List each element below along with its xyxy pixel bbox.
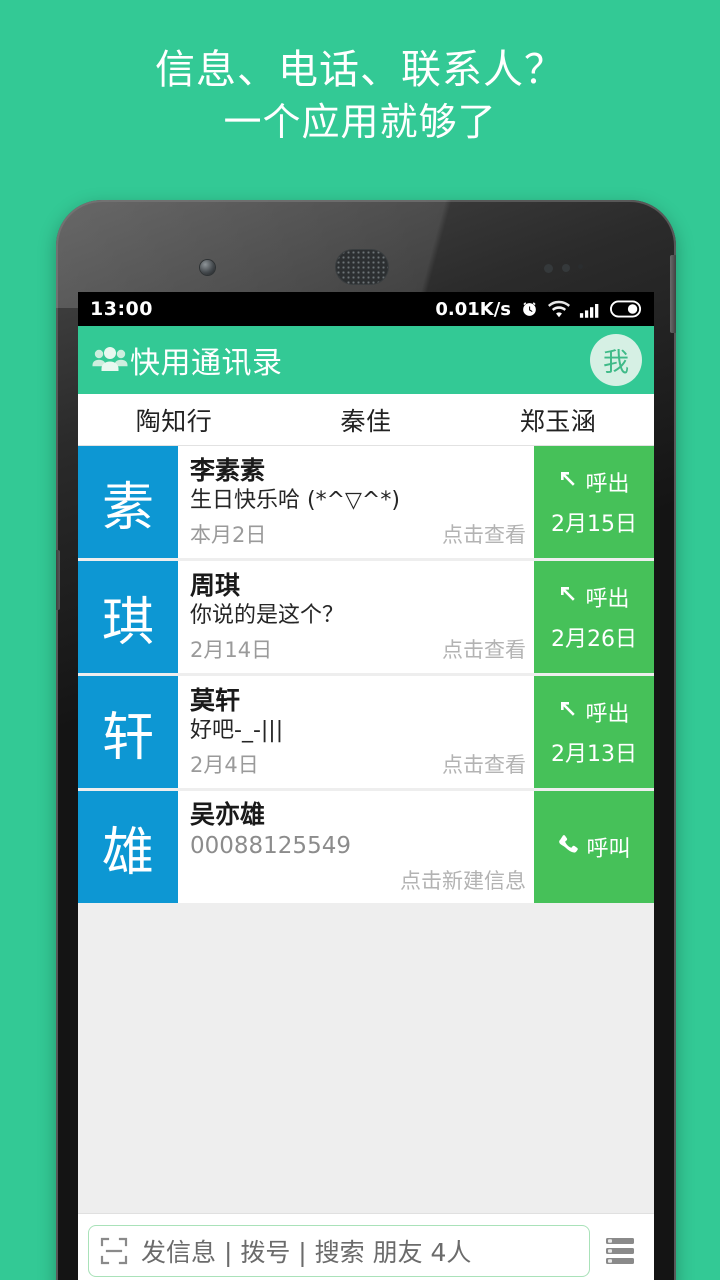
battery-icon (610, 300, 642, 318)
call-action-label: 呼叫 (586, 837, 631, 862)
avatar[interactable]: 琪 (78, 561, 178, 673)
light-sensor-icon (562, 264, 570, 272)
list-item-content[interactable]: 李素素 生日快乐哈 (*^▽^*) 本月2日 点击查看 (178, 446, 534, 558)
list-item-footer: 2月4日 点击查看 (190, 749, 526, 779)
call-action-top: 呼叫 (557, 831, 631, 863)
list-menu-icon[interactable] (604, 1236, 638, 1266)
call-action-date: 2月26日 (551, 627, 637, 652)
call-action-top: 呼出 (558, 696, 630, 728)
power-button[interactable] (670, 255, 676, 333)
outgoing-call-arrow-icon (558, 584, 578, 610)
phone-screen: 13:00 0.01K/s 快用通讯录 我 陶知行 秦佳 郑玉涵 素 李素素 生… (78, 292, 654, 1280)
search-placeholder-label: 发信息 | 拨号 | 搜索 朋友 4人 (141, 1237, 472, 1267)
phone-device-frame: 13:00 0.01K/s 快用通讯录 我 陶知行 秦佳 郑玉涵 素 李素素 生… (56, 200, 676, 1280)
call-action-top: 呼出 (558, 581, 630, 613)
tab-contact-3[interactable]: 郑玉涵 (462, 402, 654, 438)
status-icons: 0.01K/s (435, 299, 642, 320)
call-action-top: 呼出 (558, 466, 630, 498)
list-item-content[interactable]: 吴亦雄 00088125549 点击新建信息 (178, 791, 534, 903)
promo-line-1: 信息、电话、联系人？ (155, 47, 565, 93)
action-hint: 点击查看 (442, 753, 526, 778)
search-input[interactable]: 发信息 | 拨号 | 搜索 朋友 4人 (88, 1224, 590, 1277)
front-camera-icon (200, 260, 215, 275)
message-preview: 生日快乐哈 (*^▽^*) (190, 488, 400, 514)
message-date: 2月14日 (190, 638, 273, 663)
call-action-button[interactable]: 呼出 2月15日 (534, 446, 654, 558)
message-date: 本月2日 (190, 523, 267, 548)
group-people-icon (92, 346, 128, 374)
action-hint: 点击新建信息 (400, 868, 526, 893)
list-item-footer: 点击新建信息 (190, 865, 526, 895)
message-preview: 好吧-_-||| (190, 718, 284, 744)
app-title: 快用通讯录 (130, 346, 283, 381)
phone-handset-icon (557, 833, 579, 861)
bottom-bar: 发信息 | 拨号 | 搜索 朋友 4人 (78, 1213, 654, 1280)
alarm-icon (520, 300, 539, 319)
signal-icon (579, 300, 601, 319)
call-action-button[interactable]: 呼叫 (534, 791, 654, 903)
profile-me-button[interactable]: 我 (590, 334, 642, 386)
contact-name: 莫轩 (190, 685, 241, 715)
message-date: 2月4日 (190, 753, 259, 778)
list-item[interactable]: 雄 吴亦雄 00088125549 点击新建信息 呼叫 (78, 791, 654, 903)
avatar[interactable]: 雄 (78, 791, 178, 903)
network-speed-label: 0.01K/s (435, 298, 511, 320)
call-action-label: 呼出 (585, 472, 630, 497)
call-action-button[interactable]: 呼出 2月13日 (534, 676, 654, 788)
status-bar: 13:00 0.01K/s (78, 292, 654, 326)
earpiece-speaker-icon (336, 250, 388, 284)
message-preview: 你说的是这个？ (190, 603, 345, 629)
list-item-content[interactable]: 莫轩 好吧-_-||| 2月4日 点击查看 (178, 676, 534, 788)
call-action-label: 呼出 (585, 587, 630, 612)
tab-contact-2[interactable]: 秦佳 (270, 402, 462, 438)
promo-line-2: 一个应用就够了 (223, 99, 497, 144)
contact-name: 李素素 (190, 455, 266, 485)
action-hint: 点击查看 (442, 638, 526, 663)
contact-name: 周琪 (190, 570, 241, 600)
status-time: 13:00 (90, 298, 153, 320)
outgoing-call-arrow-icon (558, 469, 578, 495)
proximity-sensor-icon (544, 264, 553, 273)
notification-led-icon (578, 264, 583, 269)
avatar[interactable]: 素 (78, 446, 178, 558)
scan-qr-icon[interactable] (99, 1236, 129, 1266)
outgoing-call-arrow-icon (558, 699, 578, 725)
conversation-list: 素 李素素 生日快乐哈 (*^▽^*) 本月2日 点击查看 呼出 2月15日 琪… (78, 446, 654, 903)
app-bar: 快用通讯录 我 (78, 326, 654, 394)
list-item[interactable]: 素 李素素 生日快乐哈 (*^▽^*) 本月2日 点击查看 呼出 2月15日 (78, 446, 654, 558)
promo-headline: 信息、电话、联系人？ 一个应用就够了 (0, 44, 720, 147)
wifi-icon (548, 300, 570, 319)
phone-number: 00088125549 (190, 832, 351, 859)
list-item-footer: 2月14日 点击查看 (190, 634, 526, 664)
contact-tabs: 陶知行 秦佳 郑玉涵 (78, 394, 654, 446)
list-item-content[interactable]: 周琪 你说的是这个？ 2月14日 点击查看 (178, 561, 534, 673)
avatar[interactable]: 轩 (78, 676, 178, 788)
contact-name: 吴亦雄 (190, 800, 266, 830)
list-item-footer: 本月2日 点击查看 (190, 519, 526, 549)
tab-contact-1[interactable]: 陶知行 (78, 402, 270, 438)
call-action-label: 呼出 (585, 702, 630, 727)
action-hint: 点击查看 (442, 523, 526, 548)
call-action-date: 2月15日 (551, 512, 637, 537)
volume-button[interactable] (56, 550, 60, 610)
list-item[interactable]: 琪 周琪 你说的是这个？ 2月14日 点击查看 呼出 2月26日 (78, 561, 654, 673)
call-action-date: 2月13日 (551, 742, 637, 767)
list-item[interactable]: 轩 莫轩 好吧-_-||| 2月4日 点击查看 呼出 2月13日 (78, 676, 654, 788)
call-action-button[interactable]: 呼出 2月26日 (534, 561, 654, 673)
